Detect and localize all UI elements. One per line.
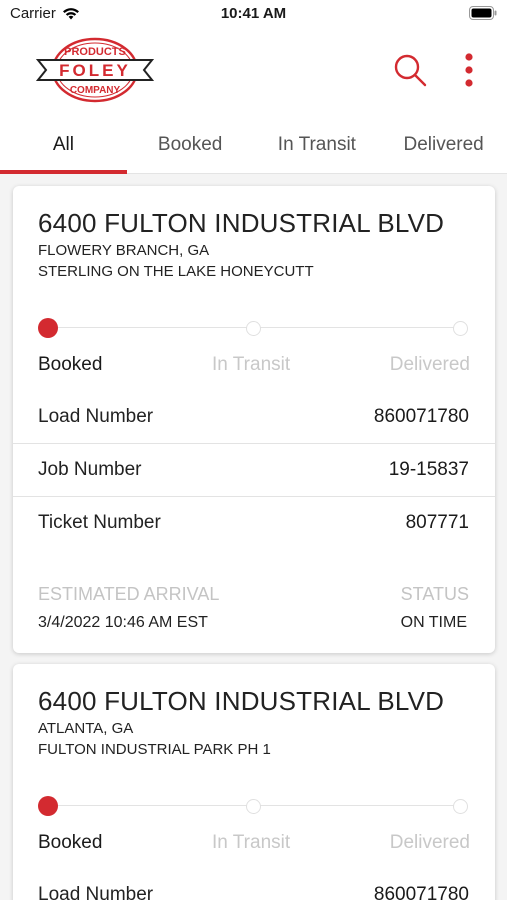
delivery-city: ATLANTA, GA	[38, 720, 134, 737]
load-number-row: Load Number 860071780	[13, 869, 495, 900]
logo-text-top: PRODUCTS	[64, 46, 126, 58]
delivery-project: STERLING ON THE LAKE HONEYCUTT	[38, 263, 314, 280]
progress-dot-in-transit	[246, 799, 261, 814]
delivery-card[interactable]: 6400 FULTON INDUSTRIAL BLVD ATLANTA, GA …	[13, 664, 495, 900]
search-icon[interactable]	[392, 52, 428, 88]
progress-dot-booked	[38, 796, 58, 816]
ticket-number-row: Ticket Number 807771	[13, 497, 495, 550]
step-label-booked: Booked	[38, 832, 103, 853]
job-number-value: 19-15837	[388, 459, 469, 480]
status-bar: Carrier 10:41 AM	[0, 0, 507, 30]
app-header: PRODUCTS FOLEY COMPANY	[0, 30, 507, 118]
ticket-number-label: Ticket Number	[38, 512, 161, 533]
job-number-label: Job Number	[38, 459, 142, 480]
battery-icon	[469, 6, 497, 20]
foley-products-logo[interactable]: PRODUCTS FOLEY COMPANY	[36, 36, 154, 104]
tab-booked[interactable]: Booked	[127, 118, 254, 173]
ticket-number-value: 807771	[405, 512, 469, 533]
tab-delivered[interactable]: Delivered	[380, 118, 507, 173]
step-label-in-transit: In Transit	[212, 832, 291, 853]
step-label-in-transit: In Transit	[212, 354, 291, 375]
status-label: STATUS	[400, 584, 469, 604]
load-number-label: Load Number	[38, 884, 154, 900]
delivery-progress-tracker	[38, 794, 470, 818]
load-number-label: Load Number	[38, 406, 154, 427]
estimated-arrival-label: ESTIMATED ARRIVAL	[38, 584, 220, 604]
delivery-project: FULTON INDUSTRIAL PARK PH 1	[38, 741, 271, 758]
more-vertical-icon[interactable]	[456, 50, 482, 90]
clock: 10:41 AM	[220, 5, 287, 22]
delivery-card[interactable]: 6400 FULTON INDUSTRIAL BLVD FLOWERY BRAN…	[13, 186, 495, 653]
tab-all[interactable]: All	[0, 118, 127, 174]
progress-dot-delivered	[453, 321, 468, 336]
progress-dot-in-transit	[246, 321, 261, 336]
logo-text-bottom: COMPANY	[70, 85, 121, 96]
logo-text-main: FOLEY	[59, 61, 131, 80]
progress-dot-booked	[38, 318, 58, 338]
step-label-delivered: Delivered	[389, 354, 470, 375]
delivery-address: 6400 FULTON INDUSTRIAL BLVD	[38, 686, 445, 716]
delivery-address: 6400 FULTON INDUSTRIAL BLVD	[38, 208, 445, 238]
load-number-value: 860071780	[373, 884, 469, 900]
load-number-value: 860071780	[373, 406, 469, 427]
step-label-booked: Booked	[38, 354, 103, 375]
progress-step-labels: Booked In Transit Delivered	[38, 354, 470, 378]
tab-in-transit[interactable]: In Transit	[254, 118, 381, 173]
step-label-delivered: Delivered	[389, 832, 470, 853]
progress-step-labels: Booked In Transit Delivered	[38, 832, 470, 856]
status-value: ON TIME	[400, 614, 467, 631]
delivery-progress-tracker	[38, 316, 470, 340]
progress-dot-delivered	[453, 799, 468, 814]
load-number-row: Load Number 860071780	[13, 391, 495, 444]
delivery-city: FLOWERY BRANCH, GA	[38, 242, 210, 259]
estimated-arrival-value: 3/4/2022 10:46 AM EST	[38, 614, 208, 631]
job-number-row: Job Number 19-15837	[13, 444, 495, 497]
filter-tabs: All Booked In Transit Delivered	[0, 118, 507, 174]
